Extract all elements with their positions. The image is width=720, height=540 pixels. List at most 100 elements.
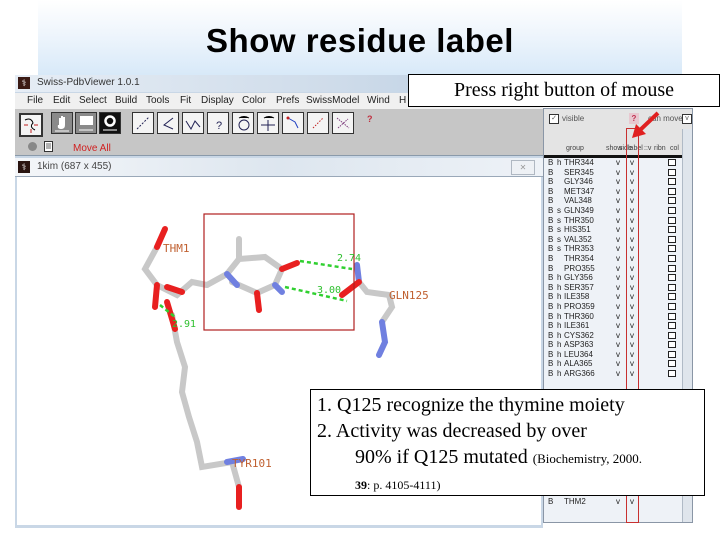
- menu-prefs[interactable]: Prefs: [276, 95, 299, 106]
- residue-row[interactable]: Bh THR360 v v: [544, 312, 684, 322]
- residue-show: v: [616, 349, 620, 359]
- close-button[interactable]: ✕: [511, 160, 535, 175]
- residue-row[interactable]: Bh SER357 v v: [544, 283, 684, 293]
- color-swatch[interactable]: [668, 283, 676, 291]
- color-swatch[interactable]: [668, 331, 676, 339]
- residue-row[interactable]: B PRO355 v v: [544, 264, 684, 274]
- color-swatch[interactable]: [668, 360, 676, 368]
- column-headers: group show side label ::v ribn col: [544, 129, 692, 158]
- color-swatch[interactable]: [668, 312, 676, 320]
- visible-checkbox[interactable]: ✓: [549, 114, 559, 124]
- color-swatch[interactable]: [668, 178, 676, 186]
- menu-tools[interactable]: Tools: [146, 95, 169, 106]
- residue-show: v: [616, 167, 620, 177]
- residue-res: ILE358: [564, 292, 590, 302]
- move-tool-button[interactable]: [51, 112, 73, 134]
- residue-row[interactable]: Bh GLY356 v v: [544, 273, 684, 283]
- residue-side: v: [630, 311, 634, 321]
- residue-row-thm2[interactable]: B THM2 v v: [544, 497, 684, 507]
- residue-row[interactable]: Bh THR344 v v: [544, 158, 684, 168]
- residue-row[interactable]: Bh ILE361 v v: [544, 321, 684, 331]
- residue-chain: B: [548, 330, 554, 340]
- zoom-tool-button[interactable]: [75, 112, 97, 134]
- residue-row[interactable]: Bh LEU364 v v: [544, 350, 684, 360]
- residue-row[interactable]: B VAL348 v v: [544, 196, 684, 206]
- fit-tool-button[interactable]: [257, 112, 279, 134]
- hbond-tool-button[interactable]: [307, 112, 329, 134]
- distance-tool-button[interactable]: [132, 112, 154, 134]
- color-swatch[interactable]: [668, 226, 676, 234]
- residue-chain: B: [548, 263, 554, 273]
- column-v[interactable]: ::v: [644, 145, 651, 152]
- menu-build[interactable]: Build: [115, 95, 137, 106]
- color-swatch[interactable]: [668, 264, 676, 272]
- color-swatch[interactable]: [668, 370, 676, 378]
- color-swatch[interactable]: [668, 245, 676, 253]
- menu-file[interactable]: File: [27, 95, 43, 106]
- residue-side: v: [630, 225, 634, 235]
- color-swatch[interactable]: [668, 168, 676, 176]
- color-swatch[interactable]: [668, 341, 676, 349]
- residue-row[interactable]: B THR354 v v: [544, 254, 684, 264]
- label-tool-button[interactable]: ?: [207, 112, 229, 134]
- menu-select[interactable]: Select: [79, 95, 107, 106]
- residue-row[interactable]: Bh ASP363 v v: [544, 340, 684, 350]
- document-icon[interactable]: [43, 141, 54, 152]
- findings-callout: 1. Q125 recognize the thymine moiety 2. …: [310, 389, 705, 496]
- residue-row[interactable]: B GLY346 v v: [544, 177, 684, 187]
- residue-row[interactable]: Bh ILE358 v v: [544, 292, 684, 302]
- menu-color[interactable]: Color: [242, 95, 266, 106]
- column-color[interactable]: col: [670, 145, 679, 152]
- color-swatch[interactable]: [668, 350, 676, 358]
- residue-show: v: [616, 359, 620, 369]
- menu-display[interactable]: Display: [201, 95, 234, 106]
- residue-row[interactable]: Bs GLN349 v v: [544, 206, 684, 216]
- color-swatch[interactable]: [668, 197, 676, 205]
- color-swatch[interactable]: [668, 235, 676, 243]
- residue-chain: B: [548, 349, 554, 359]
- residue-row[interactable]: Bs HIS351 v v: [544, 225, 684, 235]
- column-group[interactable]: group: [566, 145, 584, 152]
- mutate-tool-button[interactable]: [282, 112, 304, 134]
- globe-icon[interactable]: [27, 141, 38, 152]
- residue-row[interactable]: B SER345 v v: [544, 168, 684, 178]
- residue-chain: B: [548, 340, 554, 350]
- residue-row[interactable]: Bs THR353 v v: [544, 244, 684, 254]
- color-swatch[interactable]: [668, 216, 676, 224]
- color-swatch[interactable]: [668, 302, 676, 310]
- menu-window[interactable]: Wind: [367, 95, 390, 106]
- residue-row[interactable]: Bh CYS362 v v: [544, 331, 684, 341]
- residue-res: HIS351: [564, 225, 591, 235]
- menu-help[interactable]: H: [399, 95, 406, 106]
- color-swatch[interactable]: [668, 322, 676, 330]
- torsion-tool-button[interactable]: [182, 112, 204, 134]
- color-swatch[interactable]: [668, 187, 676, 195]
- residue-chain: B: [548, 244, 554, 254]
- color-swatch[interactable]: [668, 206, 676, 214]
- clash-tool-button[interactable]: [332, 112, 354, 134]
- can-move-checkbox[interactable]: v: [682, 114, 692, 124]
- finding-2: 2. Activity was decreased by over: [317, 420, 587, 442]
- residue-row[interactable]: Bh ARG366 v v: [544, 369, 684, 379]
- residue-ss: s: [557, 205, 561, 215]
- residue-row[interactable]: B MET347 v v: [544, 187, 684, 197]
- residue-row[interactable]: Bs THR350 v v: [544, 216, 684, 226]
- rotate-tool-button[interactable]: [99, 112, 121, 134]
- menu-swissmodel[interactable]: SwissModel: [306, 95, 359, 106]
- residue-row[interactable]: Bh PRO359 v v: [544, 302, 684, 312]
- color-swatch[interactable]: [668, 159, 676, 166]
- color-swatch[interactable]: [668, 254, 676, 262]
- color-swatch[interactable]: [668, 293, 676, 301]
- center-atom-tool-button[interactable]: [232, 112, 254, 134]
- column-label[interactable]: label: [628, 145, 643, 152]
- residue-row[interactable]: Bs VAL352 v v: [544, 235, 684, 245]
- toolbar-help-icon[interactable]: ?: [367, 114, 373, 124]
- menu-fit[interactable]: Fit: [180, 95, 191, 106]
- angle-tool-button[interactable]: [157, 112, 179, 134]
- column-ribbon[interactable]: ribn: [654, 145, 666, 152]
- menu-edit[interactable]: Edit: [53, 95, 70, 106]
- color-swatch[interactable]: [668, 274, 676, 282]
- residue-side: v: [630, 205, 634, 215]
- residue-row[interactable]: Bh ALA365 v v: [544, 359, 684, 369]
- center-tool-button[interactable]: [19, 113, 43, 137]
